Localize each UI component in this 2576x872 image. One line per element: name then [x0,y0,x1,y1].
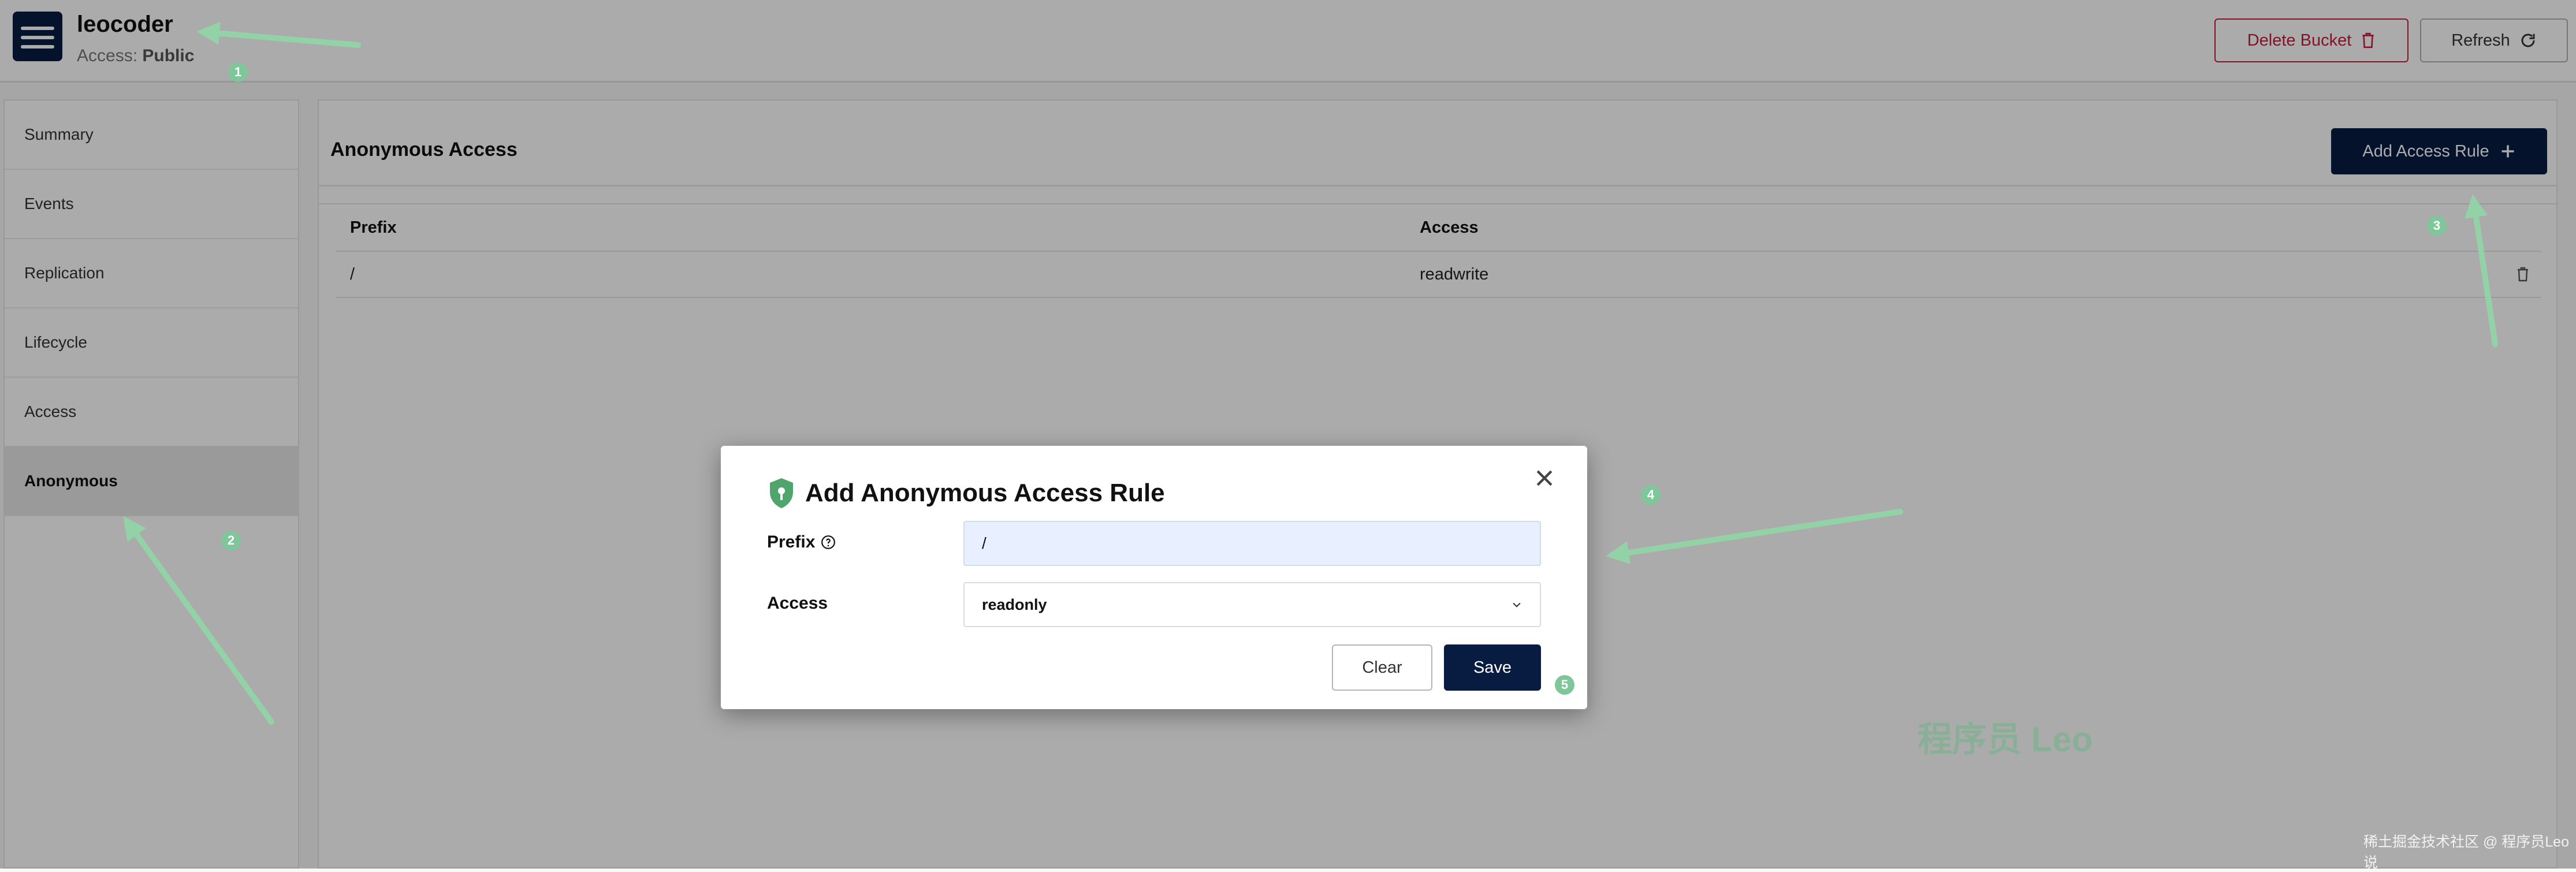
access-select-value: readonly [982,595,1047,613]
watermark: 程序员 Leo [1918,720,2093,759]
annotation-marker-5: 5 [1555,675,1574,695]
prefix-label: Prefix [767,532,836,552]
access-label: Access [767,594,828,613]
dialog-title: Add Anonymous Access Rule [767,477,1165,509]
add-anonymous-rule-dialog: Add Anonymous Access Rule × Prefix Acces… [721,446,1587,709]
annotation-marker-1: 1 [228,62,248,82]
shield-icon [770,478,793,508]
annotation-marker-2: 2 [221,531,241,550]
modal-backdrop[interactable] [0,0,2576,869]
access-select[interactable]: readonly [963,582,1541,627]
prefix-input[interactable] [963,521,1541,566]
footer-watermark: 稀土掘金技术社区 @ 程序员Leo说 [2363,834,2569,871]
help-icon[interactable] [821,535,836,550]
close-icon[interactable]: × [1528,461,1561,495]
dialog-title-text: Add Anonymous Access Rule [805,479,1165,507]
chevron-down-icon [1513,602,1521,608]
save-button[interactable]: Save [1444,644,1541,691]
annotation-marker-4: 4 [1641,485,1661,505]
clear-button[interactable]: Clear [1332,644,1432,691]
annotation-marker-3: 3 [2427,216,2447,236]
prefix-label-text: Prefix [767,532,816,551]
